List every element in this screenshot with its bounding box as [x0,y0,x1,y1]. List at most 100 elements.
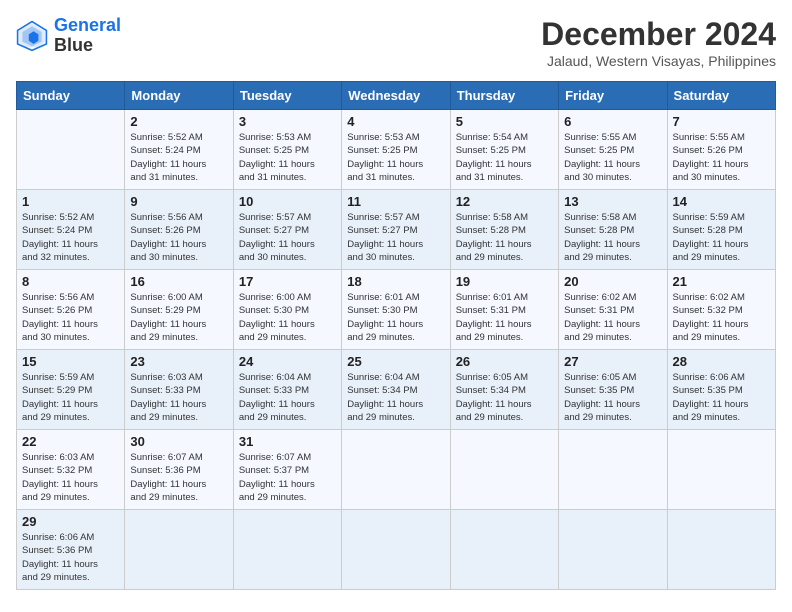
day-detail: Sunrise: 5:54 AMSunset: 5:25 PMDaylight:… [456,131,553,184]
calendar-cell [342,510,450,590]
calendar-week-row: 8Sunrise: 5:56 AMSunset: 5:26 PMDaylight… [17,270,776,350]
calendar-cell: 18 Sunrise: 6:01 AMSunset: 5:30 PMDayligh… [342,270,450,350]
day-number: 2 [130,114,227,129]
logo-line2: Blue [54,36,121,56]
calendar-cell: 29 Sunrise: 6:06 AMSunset: 5:36 PMDayligh… [17,510,125,590]
day-number: 4 [347,114,444,129]
title-area: December 2024 Jalaud, Western Visayas, P… [541,16,776,69]
calendar-cell [125,510,233,590]
calendar-cell: 26 Sunrise: 6:05 AMSunset: 5:34 PMDayligh… [450,350,558,430]
calendar-cell [233,510,341,590]
day-detail: Sunrise: 6:02 AMSunset: 5:32 PMDaylight:… [673,291,770,344]
day-number: 17 [239,274,336,289]
day-detail: Sunrise: 6:01 AMSunset: 5:31 PMDaylight:… [456,291,553,344]
calendar-cell: 24Sunrise: 6:04 AMSunset: 5:33 PMDayligh… [233,350,341,430]
location-subtitle: Jalaud, Western Visayas, Philippines [541,53,776,69]
day-number: 7 [673,114,770,129]
day-number: 14 [673,194,770,209]
day-number: 26 [456,354,553,369]
calendar-week-row: 2Sunrise: 5:52 AMSunset: 5:24 PMDaylight… [17,110,776,190]
calendar-cell: 27Sunrise: 6:05 AMSunset: 5:35 PMDayligh… [559,350,667,430]
weekday-header-row: SundayMondayTuesdayWednesdayThursdayFrid… [17,82,776,110]
calendar-cell: 22Sunrise: 6:03 AMSunset: 5:32 PMDayligh… [17,430,125,510]
calendar-cell [450,510,558,590]
calendar-cell: 31Sunrise: 6:07 AMSunset: 5:37 PMDayligh… [233,430,341,510]
day-detail: Sunrise: 5:55 AMSunset: 5:26 PMDaylight:… [673,131,770,184]
weekday-header-tuesday: Tuesday [233,82,341,110]
calendar-cell [667,510,775,590]
day-number: 1 [22,194,119,209]
calendar-week-row: 22Sunrise: 6:03 AMSunset: 5:32 PMDayligh… [17,430,776,510]
day-detail: Sunrise: 6:07 AMSunset: 5:36 PMDaylight:… [130,451,227,504]
header: General Blue December 2024 Jalaud, Weste… [16,16,776,69]
month-title: December 2024 [541,16,776,53]
weekday-header-saturday: Saturday [667,82,775,110]
calendar-cell: 2Sunrise: 5:52 AMSunset: 5:24 PMDaylight… [125,110,233,190]
day-number: 27 [564,354,661,369]
day-number: 6 [564,114,661,129]
calendar-cell: 5 Sunrise: 5:54 AMSunset: 5:25 PMDaylight… [450,110,558,190]
calendar-cell: 7 Sunrise: 5:55 AMSunset: 5:26 PMDaylight… [667,110,775,190]
day-number: 18 [347,274,444,289]
calendar-cell: 23 Sunrise: 6:03 AMSunset: 5:33 PMDayligh… [125,350,233,430]
day-detail: Sunrise: 5:56 AMSunset: 5:26 PMDaylight:… [130,211,227,264]
calendar-cell [559,430,667,510]
day-number: 23 [130,354,227,369]
calendar-cell [667,430,775,510]
weekday-header-wednesday: Wednesday [342,82,450,110]
calendar-cell: 17 Sunrise: 6:00 AMSunset: 5:30 PMDayligh… [233,270,341,350]
logo: General Blue [16,16,121,56]
weekday-header-monday: Monday [125,82,233,110]
calendar-table: SundayMondayTuesdayWednesdayThursdayFrid… [16,81,776,590]
day-detail: Sunrise: 6:03 AMSunset: 5:33 PMDaylight:… [130,371,227,424]
day-detail: Sunrise: 6:00 AMSunset: 5:30 PMDaylight:… [239,291,336,344]
logo-line1: General [54,15,121,35]
day-number: 13 [564,194,661,209]
day-detail: Sunrise: 5:57 AMSunset: 5:27 PMDaylight:… [347,211,444,264]
day-detail: Sunrise: 5:57 AMSunset: 5:27 PMDaylight:… [239,211,336,264]
day-detail: Sunrise: 5:55 AMSunset: 5:25 PMDaylight:… [564,131,661,184]
calendar-cell: 10 Sunrise: 5:57 AMSunset: 5:27 PMDayligh… [233,190,341,270]
day-number: 16 [130,274,227,289]
calendar-cell: 16 Sunrise: 6:00 AMSunset: 5:29 PMDayligh… [125,270,233,350]
day-number: 3 [239,114,336,129]
logo-icon [16,20,48,52]
day-detail: Sunrise: 5:58 AMSunset: 5:28 PMDaylight:… [564,211,661,264]
day-detail: Sunrise: 6:06 AMSunset: 5:36 PMDaylight:… [22,531,119,584]
calendar-week-row: 1Sunrise: 5:52 AMSunset: 5:24 PMDaylight… [17,190,776,270]
day-detail: Sunrise: 5:56 AMSunset: 5:26 PMDaylight:… [22,291,119,344]
day-detail: Sunrise: 6:05 AMSunset: 5:34 PMDaylight:… [456,371,553,424]
day-number: 28 [673,354,770,369]
calendar-cell: 20Sunrise: 6:02 AMSunset: 5:31 PMDayligh… [559,270,667,350]
weekday-header-thursday: Thursday [450,82,558,110]
day-number: 12 [456,194,553,209]
calendar-cell: 14 Sunrise: 5:59 AMSunset: 5:28 PMDayligh… [667,190,775,270]
day-number: 31 [239,434,336,449]
day-detail: Sunrise: 5:59 AMSunset: 5:28 PMDaylight:… [673,211,770,264]
day-number: 19 [456,274,553,289]
calendar-cell: 28Sunrise: 6:06 AMSunset: 5:35 PMDayligh… [667,350,775,430]
calendar-cell: 15 Sunrise: 5:59 AMSunset: 5:29 PMDayligh… [17,350,125,430]
day-number: 22 [22,434,119,449]
day-detail: Sunrise: 6:00 AMSunset: 5:29 PMDaylight:… [130,291,227,344]
day-number: 5 [456,114,553,129]
calendar-cell: 13 Sunrise: 5:58 AMSunset: 5:28 PMDayligh… [559,190,667,270]
calendar-cell: 8Sunrise: 5:56 AMSunset: 5:26 PMDaylight… [17,270,125,350]
day-number: 10 [239,194,336,209]
day-detail: Sunrise: 5:59 AMSunset: 5:29 PMDaylight:… [22,371,119,424]
calendar-cell [450,430,558,510]
calendar-cell: 9Sunrise: 5:56 AMSunset: 5:26 PMDaylight… [125,190,233,270]
calendar-cell: 1Sunrise: 5:52 AMSunset: 5:24 PMDaylight… [17,190,125,270]
day-detail: Sunrise: 6:01 AMSunset: 5:30 PMDaylight:… [347,291,444,344]
day-number: 25 [347,354,444,369]
day-number: 24 [239,354,336,369]
calendar-cell [17,110,125,190]
calendar-cell: 6 Sunrise: 5:55 AMSunset: 5:25 PMDaylight… [559,110,667,190]
day-detail: Sunrise: 6:04 AMSunset: 5:34 PMDaylight:… [347,371,444,424]
day-number: 29 [22,514,119,529]
calendar-week-row: 29 Sunrise: 6:06 AMSunset: 5:36 PMDayligh… [17,510,776,590]
day-number: 30 [130,434,227,449]
calendar-cell: 4Sunrise: 5:53 AMSunset: 5:25 PMDaylight… [342,110,450,190]
day-number: 15 [22,354,119,369]
calendar-week-row: 15 Sunrise: 5:59 AMSunset: 5:29 PMDayligh… [17,350,776,430]
